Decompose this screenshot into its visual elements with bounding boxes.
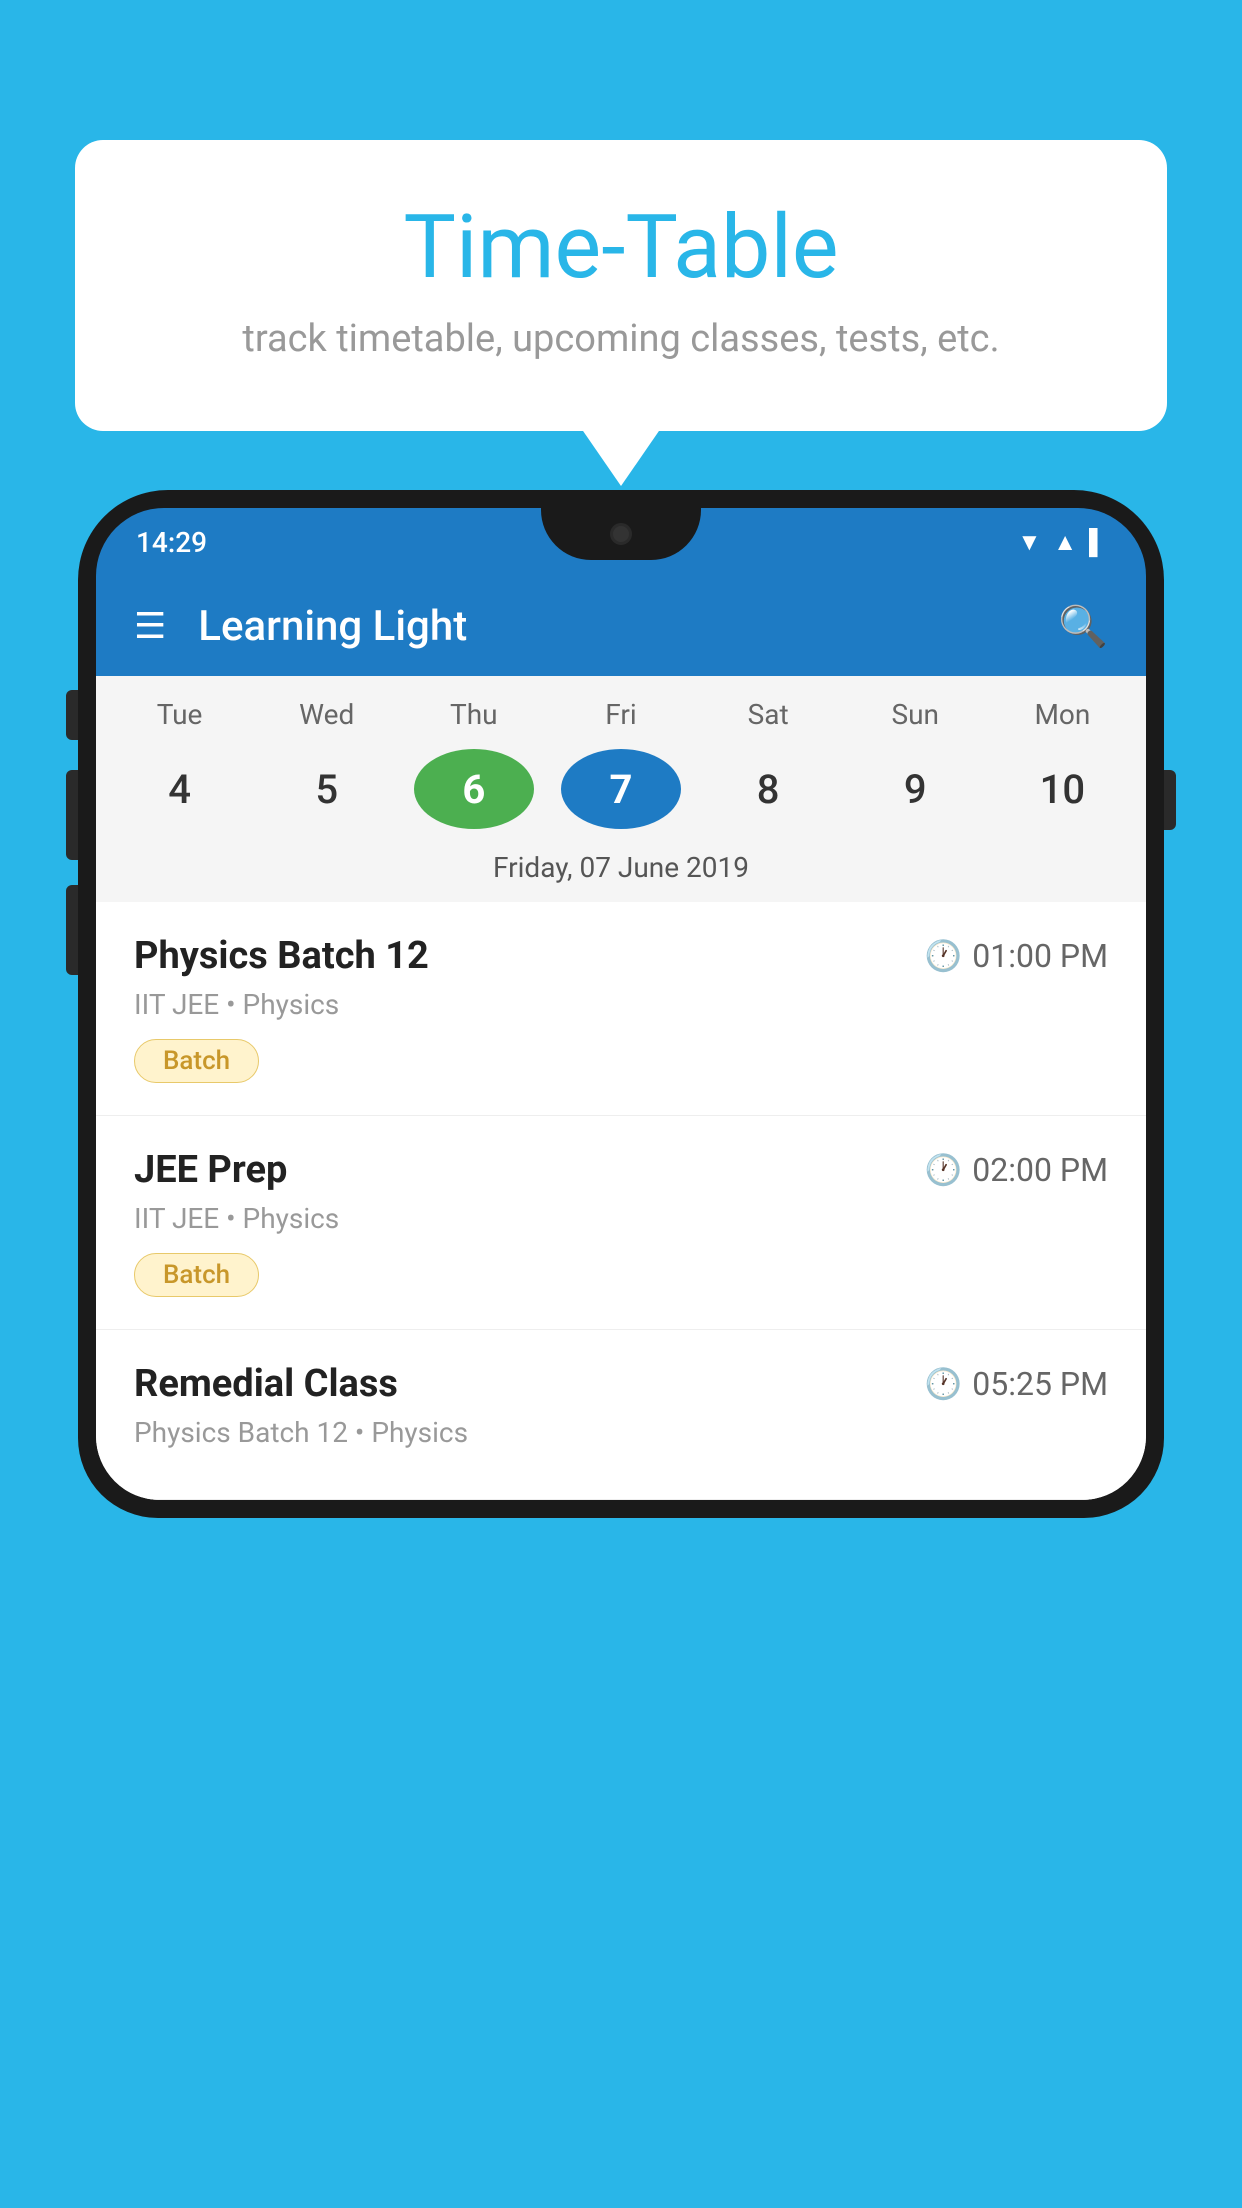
phone-frame: 14:29 ▼ ▲ ▌ ☰ Learning Light 🔍 Tue <box>78 490 1164 2208</box>
hamburger-menu-icon[interactable]: ☰ <box>134 605 166 647</box>
schedule-item-subtitle-2: IIT JEE • Physics <box>134 1202 1108 1235</box>
schedule-list: Physics Batch 12 🕐 01:00 PM IIT JEE • Ph… <box>96 902 1146 1500</box>
schedule-item-time-label-2: 02:00 PM <box>972 1151 1108 1189</box>
day-names-row: Tue Wed Thu Fri Sat Sun Mon <box>106 676 1136 741</box>
day-9[interactable]: 9 <box>855 749 975 829</box>
schedule-item-time-3: 🕐 05:25 PM <box>925 1365 1108 1403</box>
calendar-week: Tue Wed Thu Fri Sat Sun Mon 4 5 6 7 8 9 … <box>96 676 1146 902</box>
schedule-item-title-3: Remedial Class <box>134 1362 398 1406</box>
day-8[interactable]: 8 <box>708 749 828 829</box>
status-icons: ▼ ▲ ▌ <box>1017 528 1106 557</box>
day-name-mon: Mon <box>1002 698 1122 731</box>
schedule-item-header-2: JEE Prep 🕐 02:00 PM <box>134 1148 1108 1192</box>
volume-down-button <box>66 885 78 975</box>
schedule-item-1[interactable]: Physics Batch 12 🕐 01:00 PM IIT JEE • Ph… <box>96 902 1146 1116</box>
power-button <box>1164 770 1176 830</box>
selected-date-label: Friday, 07 June 2019 <box>106 851 1136 902</box>
batch-badge-2: Batch <box>134 1253 259 1297</box>
schedule-item-time-1: 🕐 01:00 PM <box>925 937 1108 975</box>
day-6-today[interactable]: 6 <box>414 749 534 829</box>
schedule-item-title-2: JEE Prep <box>134 1148 287 1192</box>
schedule-item-header-1: Physics Batch 12 🕐 01:00 PM <box>134 934 1108 978</box>
schedule-item-subtitle-3: Physics Batch 12 • Physics <box>134 1416 1108 1449</box>
speech-bubble: Time-Table track timetable, upcoming cla… <box>75 140 1167 431</box>
page-subtitle: track timetable, upcoming classes, tests… <box>155 317 1087 361</box>
day-7-selected[interactable]: 7 <box>561 749 681 829</box>
search-icon[interactable]: 🔍 <box>1058 603 1108 650</box>
battery-icon: ▌ <box>1089 528 1106 557</box>
day-name-tue: Tue <box>120 698 240 731</box>
schedule-item-3[interactable]: Remedial Class 🕐 05:25 PM Physics Batch … <box>96 1330 1146 1500</box>
schedule-item-time-2: 🕐 02:00 PM <box>925 1151 1108 1189</box>
camera-icon <box>610 523 632 545</box>
day-name-sat: Sat <box>708 698 828 731</box>
batch-badge-1: Batch <box>134 1039 259 1083</box>
app-bar: ☰ Learning Light 🔍 <box>96 576 1146 676</box>
day-4[interactable]: 4 <box>120 749 240 829</box>
speech-bubble-container: Time-Table track timetable, upcoming cla… <box>75 140 1167 431</box>
day-5[interactable]: 5 <box>267 749 387 829</box>
schedule-item-time-label-3: 05:25 PM <box>972 1365 1108 1403</box>
schedule-item-2[interactable]: JEE Prep 🕐 02:00 PM IIT JEE • Physics Ba… <box>96 1116 1146 1330</box>
schedule-item-time-label-1: 01:00 PM <box>972 937 1108 975</box>
schedule-item-title-1: Physics Batch 12 <box>134 934 429 978</box>
schedule-item-subtitle-1: IIT JEE • Physics <box>134 988 1108 1021</box>
wifi-icon: ▼ <box>1017 528 1041 557</box>
app-bar-title: Learning Light <box>198 602 1058 651</box>
clock-icon-1: 🕐 <box>925 939 962 974</box>
clock-icon-3: 🕐 <box>925 1367 962 1402</box>
phone-screen: 14:29 ▼ ▲ ▌ ☰ Learning Light 🔍 Tue <box>96 508 1146 1500</box>
clock-icon-2: 🕐 <box>925 1153 962 1188</box>
day-name-wed: Wed <box>267 698 387 731</box>
page-title: Time-Table <box>155 200 1087 297</box>
silent-button <box>66 690 78 740</box>
status-bar: 14:29 ▼ ▲ ▌ <box>96 508 1146 576</box>
notch <box>541 508 701 560</box>
schedule-item-header-3: Remedial Class 🕐 05:25 PM <box>134 1362 1108 1406</box>
day-name-sun: Sun <box>855 698 975 731</box>
status-time: 14:29 <box>136 526 207 559</box>
phone-outer: 14:29 ▼ ▲ ▌ ☰ Learning Light 🔍 Tue <box>78 490 1164 1518</box>
signal-icon: ▲ <box>1053 528 1077 557</box>
day-10[interactable]: 10 <box>1002 749 1122 829</box>
day-name-fri: Fri <box>561 698 681 731</box>
day-name-thu: Thu <box>414 698 534 731</box>
day-numbers-row: 4 5 6 7 8 9 10 <box>106 741 1136 851</box>
volume-up-button <box>66 770 78 860</box>
